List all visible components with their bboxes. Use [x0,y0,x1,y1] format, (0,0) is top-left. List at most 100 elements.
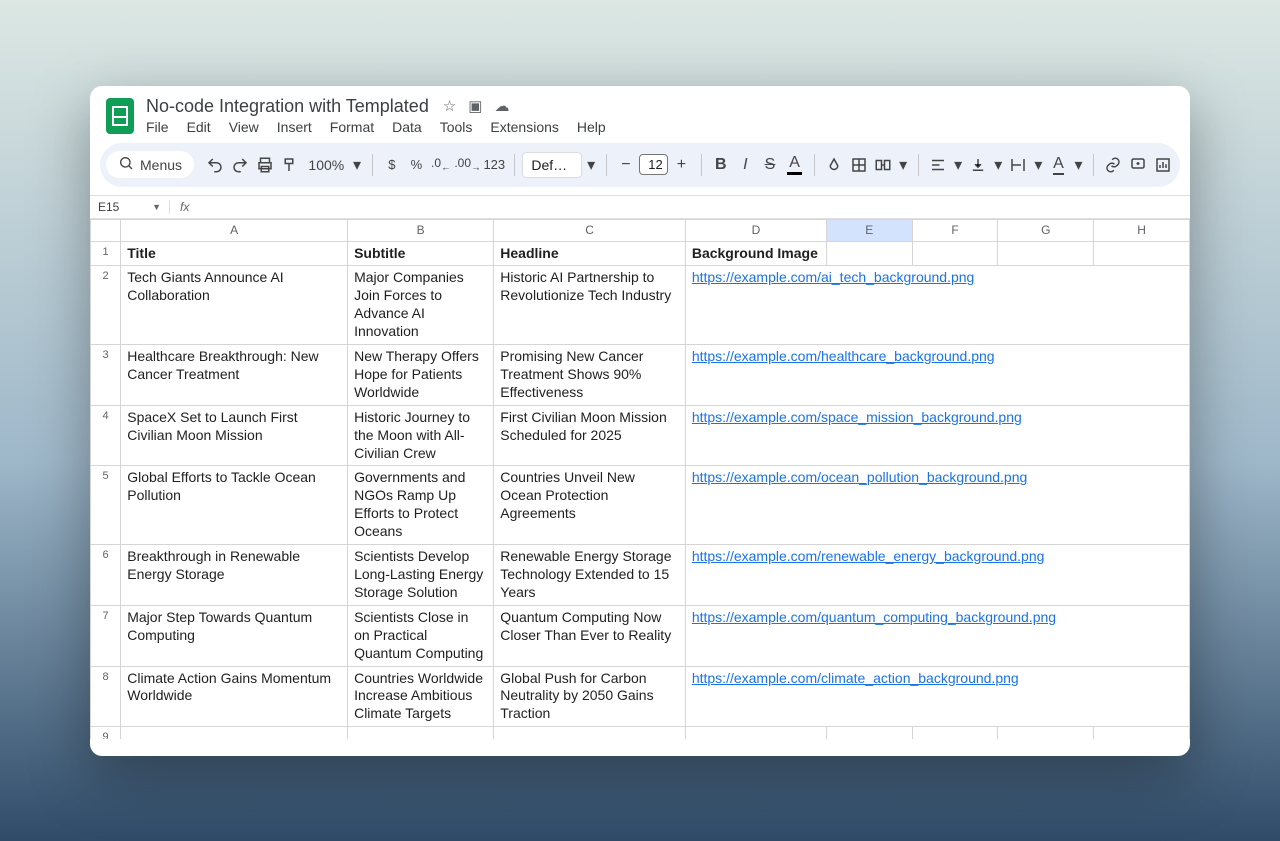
insert-link-button[interactable] [1102,150,1125,180]
cell-headline[interactable]: Quantum Computing Now Closer Than Ever t… [494,605,686,666]
cell-empty[interactable] [826,727,912,739]
cell-bgimage[interactable]: https://example.com/ocean_pollution_back… [685,466,1189,545]
row-header[interactable]: 8 [91,666,121,727]
link[interactable]: https://example.com/ocean_pollution_back… [692,469,1027,485]
link[interactable]: https://example.com/ai_tech_background.p… [692,269,975,285]
menu-help[interactable]: Help [577,119,606,135]
format-currency-button[interactable]: $ [381,150,404,180]
col-header-a[interactable]: A [121,219,348,241]
paint-format-button[interactable] [278,150,301,180]
halign-dropdown-icon[interactable]: ▾ [951,150,965,180]
font-size-input[interactable]: 12 [639,154,668,175]
star-icon[interactable]: ☆ [443,97,456,115]
insert-comment-button[interactable] [1127,150,1150,180]
cell-bgimage[interactable]: https://example.com/climate_action_backg… [685,666,1189,727]
col-header-c[interactable]: C [494,219,686,241]
col-header-h[interactable]: H [1094,219,1190,241]
redo-button[interactable] [229,150,252,180]
cell-empty[interactable] [348,727,494,739]
cell-subtitle[interactable]: Scientists Close in on Practical Quantum… [348,605,494,666]
cell-subtitle[interactable]: Major Companies Join Forces to Advance A… [348,266,494,345]
merge-dropdown-icon[interactable]: ▾ [896,150,910,180]
text-rotation-button[interactable]: A [1047,150,1070,180]
menu-edit[interactable]: Edit [187,119,211,135]
cell-subtitle[interactable]: Historic Journey to the Moon with All-Ci… [348,405,494,466]
cell-headline[interactable]: Countries Unveil New Ocean Protection Ag… [494,466,686,545]
link[interactable]: https://example.com/space_mission_backgr… [692,409,1022,425]
cell-empty[interactable] [121,727,348,739]
cell-subtitle[interactable]: New Therapy Offers Hope for Patients Wor… [348,345,494,406]
cell-title-header[interactable]: Title [121,241,348,266]
row-header[interactable]: 7 [91,605,121,666]
cell-headline[interactable]: Promising New Cancer Treatment Shows 90%… [494,345,686,406]
zoom-dropdown-icon[interactable]: ▾ [350,150,364,180]
link[interactable]: https://example.com/healthcare_backgroun… [692,348,995,364]
cell-headline[interactable]: First Civilian Moon Mission Scheduled fo… [494,405,686,466]
zoom-select[interactable]: 100% [308,157,344,173]
cell-title[interactable]: Healthcare Breakthrough: New Cancer Trea… [121,345,348,406]
cell-bgimage[interactable]: https://example.com/renewable_energy_bac… [685,545,1189,606]
cell-title[interactable]: Major Step Towards Quantum Computing [121,605,348,666]
row-header[interactable]: 5 [91,466,121,545]
insert-chart-button[interactable] [1151,150,1174,180]
wrap-dropdown-icon[interactable]: ▾ [1032,150,1046,180]
cell-empty[interactable] [998,241,1094,266]
horizontal-align-button[interactable] [927,150,950,180]
col-header-g[interactable]: G [998,219,1094,241]
cell-title[interactable]: Tech Giants Announce AI Collaboration [121,266,348,345]
select-all-corner[interactable] [91,219,121,241]
col-header-f[interactable]: F [912,219,998,241]
font-family-dropdown-icon[interactable]: ▾ [584,150,598,180]
italic-button[interactable]: I [734,150,757,180]
font-family-select[interactable]: Defaul… [522,152,582,178]
cell-empty[interactable] [685,727,826,739]
cell-bgimage[interactable]: https://example.com/ai_tech_background.p… [685,266,1189,345]
print-button[interactable] [253,150,276,180]
row-header[interactable]: 6 [91,545,121,606]
cell-empty[interactable] [998,727,1094,739]
cell-title[interactable]: Breakthrough in Renewable Energy Storage [121,545,348,606]
cell-empty[interactable] [826,241,912,266]
vertical-align-button[interactable] [967,150,990,180]
cell-subtitle[interactable]: Governments and NGOs Ramp Up Efforts to … [348,466,494,545]
font-size-increase-button[interactable]: + [670,150,693,180]
merge-cells-button[interactable] [872,150,895,180]
link[interactable]: https://example.com/quantum_computing_ba… [692,609,1056,625]
cell-headline-header[interactable]: Headline [494,241,686,266]
menu-data[interactable]: Data [392,119,422,135]
menus-search[interactable]: Menus [106,151,194,178]
cell-subtitle[interactable]: Scientists Develop Long-Lasting Energy S… [348,545,494,606]
fill-color-button[interactable] [823,150,846,180]
col-header-d[interactable]: D [685,219,826,241]
increase-decimals-button[interactable]: .00→ [454,150,481,180]
text-color-button[interactable]: A [783,150,806,180]
link[interactable]: https://example.com/climate_action_backg… [692,670,1019,686]
spreadsheet-grid[interactable]: A B C D E F G H 1TitleSubtitleHeadlineBa… [90,219,1190,739]
name-box[interactable]: E15 ▼ [90,200,170,214]
format-percent-button[interactable]: % [405,150,428,180]
cell-bgimage[interactable]: https://example.com/space_mission_backgr… [685,405,1189,466]
menu-view[interactable]: View [229,119,259,135]
menu-extensions[interactable]: Extensions [490,119,558,135]
bold-button[interactable]: B [710,150,733,180]
cell-headline[interactable]: Renewable Energy Storage Technology Exte… [494,545,686,606]
row-header[interactable]: 3 [91,345,121,406]
cell-headline[interactable]: Global Push for Carbon Neutrality by 205… [494,666,686,727]
cell-empty[interactable] [1094,727,1190,739]
rotation-dropdown-icon[interactable]: ▾ [1072,150,1086,180]
cell-title[interactable]: SpaceX Set to Launch First Civilian Moon… [121,405,348,466]
cell-title[interactable]: Global Efforts to Tackle Ocean Pollution [121,466,348,545]
cell-subtitle-header[interactable]: Subtitle [348,241,494,266]
menu-tools[interactable]: Tools [440,119,473,135]
cell-empty[interactable] [912,727,998,739]
document-title[interactable]: No-code Integration with Templated [146,96,429,117]
menu-file[interactable]: File [146,119,169,135]
row-header[interactable]: 2 [91,266,121,345]
row-header[interactable]: 4 [91,405,121,466]
cell-empty[interactable] [1094,241,1190,266]
link[interactable]: https://example.com/renewable_energy_bac… [692,548,1045,564]
valign-dropdown-icon[interactable]: ▾ [991,150,1005,180]
menu-format[interactable]: Format [330,119,374,135]
cell-subtitle[interactable]: Countries Worldwide Increase Ambitious C… [348,666,494,727]
undo-button[interactable] [204,150,227,180]
